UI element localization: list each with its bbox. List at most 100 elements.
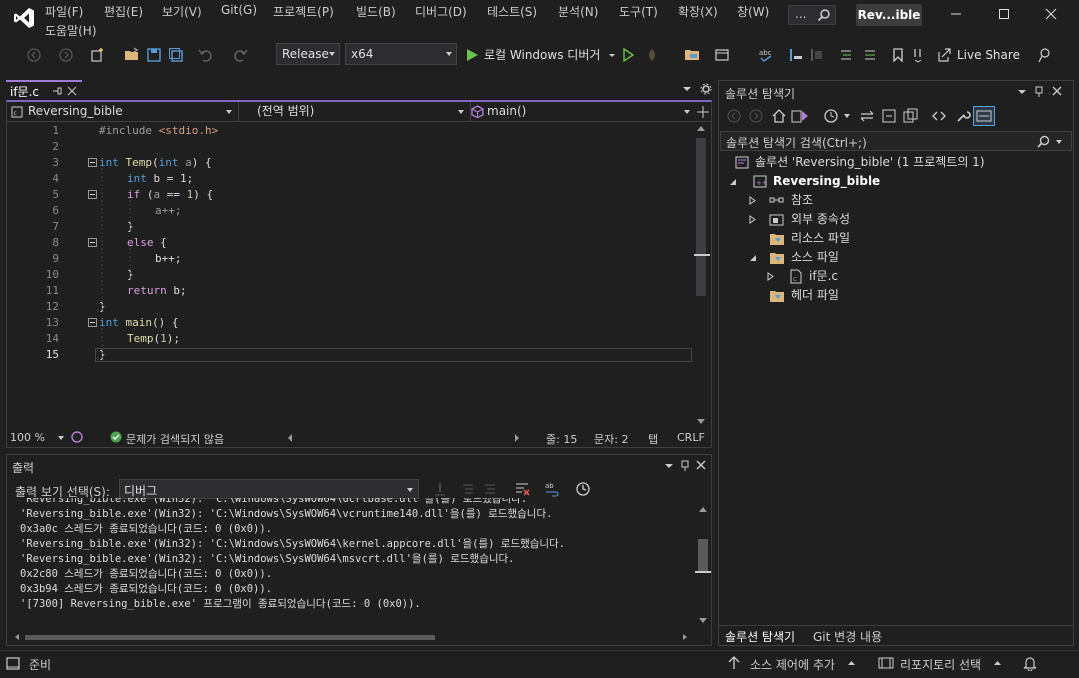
bookmark-icon[interactable] bbox=[890, 47, 906, 63]
pin-icon[interactable] bbox=[1034, 86, 1044, 98]
line-ending[interactable]: CRLF bbox=[677, 431, 705, 444]
menu-window[interactable]: 창(W) bbox=[737, 3, 769, 20]
undo-icon[interactable] bbox=[198, 47, 214, 63]
start-without-debug-icon[interactable] bbox=[620, 47, 636, 63]
menu-extensions[interactable]: 확장(X) bbox=[678, 3, 718, 20]
panel-menu-icon[interactable] bbox=[1017, 87, 1027, 97]
next-message-icon[interactable] bbox=[483, 481, 497, 497]
hot-reload-icon[interactable] bbox=[644, 47, 660, 63]
navigate-forward-icon[interactable] bbox=[58, 47, 74, 63]
hscroll-left-icon[interactable] bbox=[286, 433, 294, 443]
collapsed-arrow-icon[interactable] bbox=[749, 215, 757, 224]
output-window-icon[interactable] bbox=[6, 657, 20, 671]
preview-selected-button[interactable] bbox=[973, 106, 995, 126]
save-all-icon[interactable] bbox=[168, 47, 184, 63]
settings-gear-icon[interactable] bbox=[700, 83, 712, 95]
show-all-files-icon[interactable] bbox=[903, 108, 919, 124]
select-repository-button[interactable]: 리포지토리 선택 bbox=[900, 656, 981, 673]
repository-icon[interactable] bbox=[878, 656, 894, 670]
home-icon[interactable] bbox=[771, 108, 787, 124]
forward-icon[interactable] bbox=[749, 109, 763, 123]
chevron-up-icon[interactable] bbox=[847, 660, 856, 666]
project-nav-combo[interactable]: c Reversing_bible bbox=[7, 102, 239, 121]
expanded-arrow-icon[interactable] bbox=[729, 178, 737, 186]
close-icon[interactable] bbox=[1043, 6, 1059, 22]
bookmark-nav-icon[interactable] bbox=[910, 47, 926, 63]
member-nav-combo[interactable]: main() bbox=[471, 102, 695, 121]
comment-lines-icon[interactable] bbox=[838, 47, 854, 63]
pin-icon[interactable] bbox=[52, 86, 62, 96]
menu-tools[interactable]: 도구(T) bbox=[619, 3, 658, 20]
spell-check-icon[interactable]: abc bbox=[758, 47, 774, 63]
close-tab-icon[interactable] bbox=[67, 86, 77, 96]
solution-search-input[interactable]: 솔루션 탐색기 검색(Ctrl+;) bbox=[720, 131, 1072, 151]
pin-icon[interactable] bbox=[680, 460, 690, 472]
scroll-down-icon[interactable] bbox=[696, 418, 706, 426]
step-over-icon[interactable] bbox=[808, 47, 824, 63]
menu-edit[interactable]: 편집(E) bbox=[104, 3, 143, 20]
scroll-right-icon[interactable] bbox=[681, 633, 689, 641]
menu-file[interactable]: 파일(F) bbox=[45, 3, 83, 20]
open-file-icon[interactable] bbox=[124, 47, 140, 63]
column-indicator[interactable]: 문자: 2 bbox=[594, 431, 628, 447]
code-editor[interactable]: 1 2 3 4 5 6 7 8 9 10 11 12 13 14 15 #inc… bbox=[7, 122, 692, 429]
visual-studio-logo-icon[interactable] bbox=[12, 6, 36, 30]
solution-name-badge[interactable]: Rev...ible bbox=[856, 4, 922, 26]
collapsed-arrow-icon[interactable] bbox=[767, 272, 775, 281]
step-icon[interactable] bbox=[788, 47, 804, 63]
maximize-icon[interactable] bbox=[996, 6, 1012, 22]
line-indicator[interactable]: 줄: 15 bbox=[546, 431, 577, 447]
menu-help[interactable]: 도움말(H) bbox=[45, 22, 97, 39]
output-source-select[interactable]: 디버그 bbox=[119, 479, 419, 499]
menu-test[interactable]: 테스트(S) bbox=[487, 3, 537, 20]
menu-project[interactable]: 프로젝트(P) bbox=[273, 3, 334, 20]
scroll-thumb[interactable] bbox=[698, 539, 708, 573]
scroll-up-icon[interactable] bbox=[698, 505, 708, 513]
tab-solution-explorer[interactable]: 솔루션 탐색기 bbox=[725, 628, 795, 645]
live-share-button[interactable]: Live Share bbox=[957, 48, 1020, 62]
scroll-left-icon[interactable] bbox=[13, 633, 21, 641]
notification-bell-icon[interactable] bbox=[1023, 656, 1037, 671]
new-project-icon[interactable] bbox=[90, 47, 106, 63]
find-message-icon[interactable] bbox=[433, 481, 447, 497]
layout-icon[interactable] bbox=[714, 47, 730, 63]
output-vertical-scrollbar[interactable] bbox=[695, 503, 711, 633]
feedback-icon[interactable] bbox=[1036, 47, 1052, 63]
panel-menu-icon[interactable] bbox=[664, 461, 674, 471]
close-panel-icon[interactable] bbox=[696, 460, 706, 470]
chevron-up-icon[interactable] bbox=[993, 660, 1002, 666]
hscroll-right-icon[interactable] bbox=[513, 433, 521, 443]
live-share-icon[interactable] bbox=[936, 47, 952, 63]
properties-wrench-icon[interactable] bbox=[955, 108, 971, 124]
clear-all-icon[interactable] bbox=[514, 481, 530, 497]
menu-build[interactable]: 빌드(B) bbox=[356, 3, 396, 20]
indent-mode[interactable]: 탭 bbox=[648, 431, 658, 447]
minimize-icon[interactable] bbox=[948, 6, 964, 22]
close-panel-icon[interactable] bbox=[1052, 86, 1062, 96]
collapse-all-icon[interactable] bbox=[881, 108, 897, 124]
add-to-source-control-button[interactable]: 소스 제어에 추가 bbox=[750, 656, 835, 673]
clock-icon[interactable] bbox=[575, 481, 591, 497]
scope-nav-combo[interactable]: (전역 범위) bbox=[239, 102, 471, 121]
global-search-box[interactable]: ... bbox=[788, 5, 836, 25]
chevron-down-icon[interactable] bbox=[843, 112, 851, 120]
folder-icon[interactable] bbox=[684, 47, 700, 63]
scroll-thumb[interactable] bbox=[696, 138, 706, 296]
output-horizontal-scrollbar[interactable] bbox=[11, 631, 691, 643]
prev-message-icon[interactable] bbox=[461, 481, 475, 497]
pending-changes-icon[interactable] bbox=[823, 108, 839, 124]
back-icon[interactable] bbox=[727, 109, 741, 123]
zoom-level[interactable]: 100 % bbox=[10, 431, 45, 444]
uncomment-lines-icon[interactable] bbox=[862, 47, 878, 63]
split-editor-icon[interactable] bbox=[697, 106, 709, 118]
chevron-down-icon[interactable] bbox=[57, 434, 65, 442]
platform-select[interactable]: x64 bbox=[345, 43, 457, 65]
start-debug-icon[interactable] bbox=[464, 47, 480, 63]
menu-analyze[interactable]: 분석(N) bbox=[558, 3, 598, 20]
navigate-back-icon[interactable] bbox=[26, 47, 42, 63]
menu-debug[interactable]: 디버그(D) bbox=[415, 3, 467, 20]
intellicode-icon[interactable] bbox=[71, 431, 83, 444]
expanded-arrow-icon[interactable] bbox=[749, 254, 757, 262]
start-debug-label[interactable]: 로컬 Windows 디버거 bbox=[484, 46, 600, 63]
tab-git-changes[interactable]: Git 변경 내용 bbox=[813, 628, 882, 645]
